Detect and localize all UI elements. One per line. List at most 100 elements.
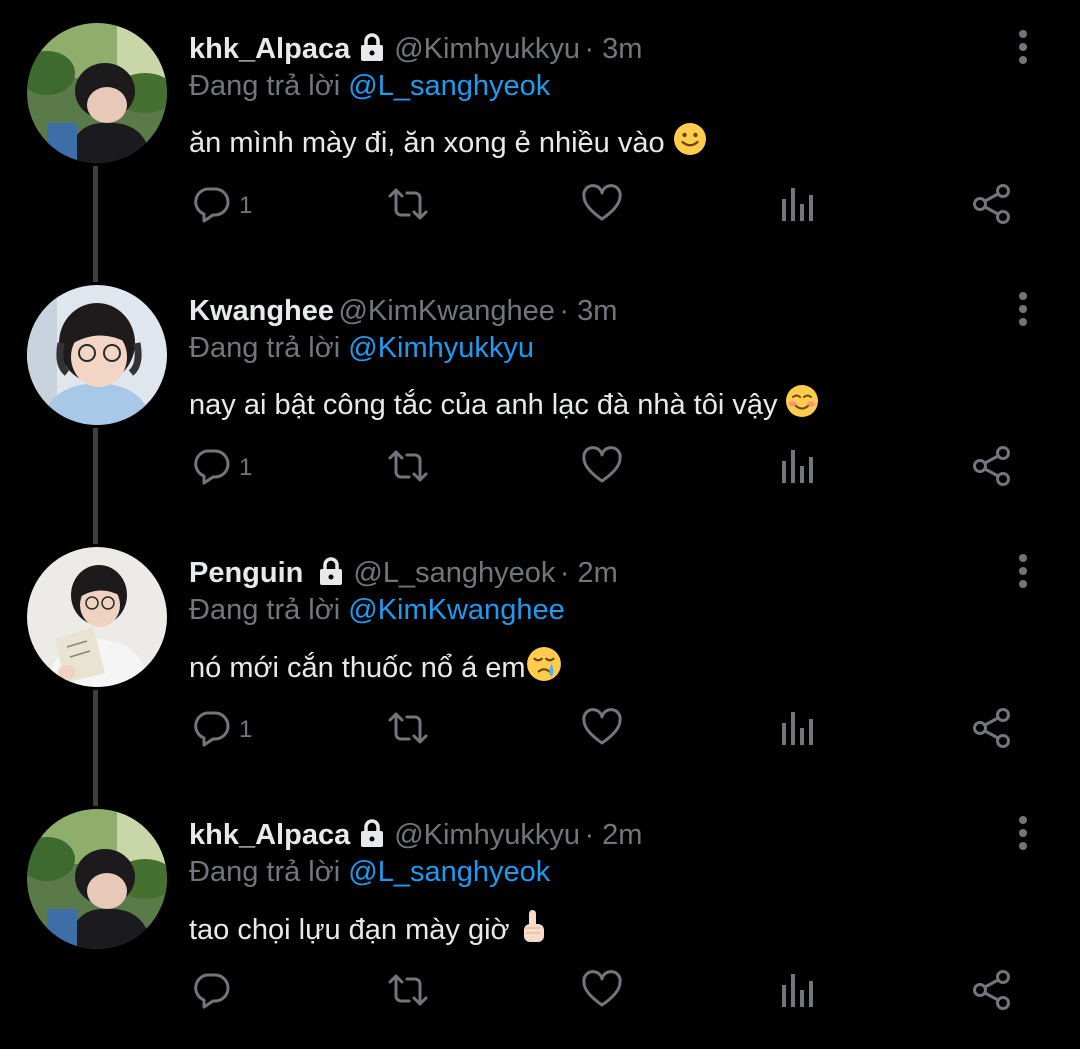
reply-mention[interactable]: @KimKwanghee bbox=[348, 594, 564, 626]
reply-count: 1 bbox=[239, 192, 253, 219]
handle[interactable]: @KimKwanghee bbox=[338, 295, 554, 328]
handle[interactable]: @Kimhyukkyu bbox=[394, 819, 580, 852]
reply-button[interactable]: 1 bbox=[191, 438, 252, 498]
crying-face-emoji bbox=[526, 646, 562, 690]
analytics-icon bbox=[779, 970, 817, 1015]
avatar[interactable] bbox=[27, 547, 167, 687]
reply-count: 1 bbox=[239, 716, 253, 743]
tweet-text: nay ai bật công tắc của anh lạc đà nhà t… bbox=[189, 384, 819, 426]
reply-button[interactable]: 1 bbox=[191, 700, 252, 760]
analytics-button[interactable] bbox=[779, 438, 817, 498]
handle[interactable]: @Kimhyukkyu bbox=[394, 33, 580, 66]
like-icon bbox=[581, 183, 623, 229]
tweet-actions: 1 bbox=[0, 700, 1080, 760]
timestamp[interactable]: · 3m bbox=[559, 295, 617, 328]
like-button[interactable] bbox=[581, 438, 623, 498]
retweet-icon bbox=[385, 446, 431, 491]
avatar[interactable] bbox=[27, 23, 167, 163]
handle[interactable]: @L_sanghyeok bbox=[353, 557, 555, 590]
reply-count: 1 bbox=[239, 454, 253, 481]
share-button[interactable] bbox=[971, 176, 1013, 236]
share-button[interactable] bbox=[971, 962, 1013, 1022]
share-button[interactable] bbox=[971, 700, 1013, 760]
retweet-button[interactable] bbox=[385, 176, 431, 236]
reply-icon bbox=[191, 970, 231, 1015]
share-icon bbox=[971, 969, 1013, 1016]
display-name[interactable]: Penguin bbox=[189, 557, 303, 590]
reply-icon bbox=[191, 446, 231, 491]
reply-mention[interactable]: @Kimhyukkyu bbox=[348, 332, 534, 364]
tweet[interactable]: Penguin @L_sanghyeok · 2m Đang trả lời @… bbox=[0, 524, 1080, 786]
tweet[interactable]: khk_Alpaca @Kimhyukkyu · 3m Đang trả lời… bbox=[0, 0, 1080, 262]
share-icon bbox=[971, 183, 1013, 230]
tweet-actions bbox=[0, 962, 1080, 1022]
thread: khk_Alpaca @Kimhyukkyu · 3m Đang trả lời… bbox=[0, 0, 1080, 1049]
retweet-icon bbox=[385, 970, 431, 1015]
lock-icon bbox=[317, 556, 345, 591]
tweet-body: tao chọi lựu đạn mày giờ bbox=[189, 913, 510, 946]
lock-icon bbox=[358, 818, 386, 853]
like-button[interactable] bbox=[581, 700, 623, 760]
reply-prefix: Đang trả lời bbox=[189, 594, 341, 626]
more-icon[interactable] bbox=[1008, 814, 1038, 854]
slightly-smiling-face-emoji bbox=[673, 122, 707, 164]
tweet-text: nó mới cắn thuốc nổ á em bbox=[189, 646, 562, 690]
like-icon bbox=[581, 445, 623, 491]
more-icon[interactable] bbox=[1008, 28, 1038, 68]
tweet-header: khk_Alpaca @Kimhyukkyu · 2m bbox=[189, 812, 642, 858]
reply-button[interactable] bbox=[191, 962, 239, 1022]
like-button[interactable] bbox=[581, 176, 623, 236]
tweet-body: ăn mình mày đi, ăn xong ẻ nhiều vào bbox=[189, 126, 665, 159]
tweet-body: nó mới cắn thuốc nổ á em bbox=[189, 651, 526, 684]
index-pointing-up-emoji bbox=[518, 908, 548, 952]
timestamp[interactable]: · 2m bbox=[584, 819, 642, 852]
display-name[interactable]: Kwanghee bbox=[189, 295, 334, 328]
tweet-text: ăn mình mày đi, ăn xong ẻ nhiều vào bbox=[189, 122, 707, 164]
avatar[interactable] bbox=[27, 285, 167, 425]
lock-icon bbox=[358, 32, 386, 67]
retweet-icon bbox=[385, 708, 431, 753]
retweet-button[interactable] bbox=[385, 438, 431, 498]
analytics-button[interactable] bbox=[779, 962, 817, 1022]
reply-mention[interactable]: @L_sanghyeok bbox=[348, 70, 550, 102]
share-button[interactable] bbox=[971, 438, 1013, 498]
analytics-icon bbox=[779, 446, 817, 491]
share-icon bbox=[971, 445, 1013, 492]
timestamp[interactable]: · 3m bbox=[584, 33, 642, 66]
share-icon bbox=[971, 707, 1013, 754]
reply-icon bbox=[191, 708, 231, 753]
reply-prefix: Đang trả lời bbox=[189, 856, 341, 888]
replying-to: Đang trả lời @KimKwanghee bbox=[189, 594, 565, 627]
analytics-button[interactable] bbox=[779, 176, 817, 236]
replying-to: Đang trả lời @L_sanghyeok bbox=[189, 70, 550, 103]
reply-prefix: Đang trả lời bbox=[189, 70, 341, 102]
like-icon bbox=[581, 969, 623, 1015]
smiling-face-emoji bbox=[785, 384, 819, 426]
avatar[interactable] bbox=[27, 809, 167, 949]
reply-mention[interactable]: @L_sanghyeok bbox=[348, 856, 550, 888]
more-icon[interactable] bbox=[1008, 290, 1038, 330]
tweet[interactable]: khk_Alpaca @Kimhyukkyu · 2m Đang trả lời… bbox=[0, 786, 1080, 1048]
timestamp[interactable]: · 2m bbox=[560, 557, 618, 590]
reply-button[interactable]: 1 bbox=[191, 176, 252, 236]
replying-to: Đang trả lời @Kimhyukkyu bbox=[189, 332, 534, 365]
like-icon bbox=[581, 707, 623, 753]
analytics-icon bbox=[779, 184, 817, 229]
analytics-button[interactable] bbox=[779, 700, 817, 760]
tweet-header: khk_Alpaca @Kimhyukkyu · 3m bbox=[189, 26, 642, 72]
tweet-text: tao chọi lựu đạn mày giờ bbox=[189, 908, 548, 952]
tweet-header: Kwanghee @KimKwanghee · 3m bbox=[189, 288, 617, 334]
retweet-button[interactable] bbox=[385, 962, 431, 1022]
display-name[interactable]: khk_Alpaca bbox=[189, 819, 350, 852]
tweet-header: Penguin @L_sanghyeok · 2m bbox=[189, 550, 618, 596]
tweet-actions: 1 bbox=[0, 176, 1080, 236]
retweet-icon bbox=[385, 184, 431, 229]
tweet[interactable]: Kwanghee @KimKwanghee · 3m Đang trả lời … bbox=[0, 262, 1080, 524]
retweet-button[interactable] bbox=[385, 700, 431, 760]
more-icon[interactable] bbox=[1008, 552, 1038, 592]
reply-prefix: Đang trả lời bbox=[189, 332, 341, 364]
like-button[interactable] bbox=[581, 962, 623, 1022]
replying-to: Đang trả lời @L_sanghyeok bbox=[189, 856, 550, 889]
analytics-icon bbox=[779, 708, 817, 753]
display-name[interactable]: khk_Alpaca bbox=[189, 33, 350, 66]
